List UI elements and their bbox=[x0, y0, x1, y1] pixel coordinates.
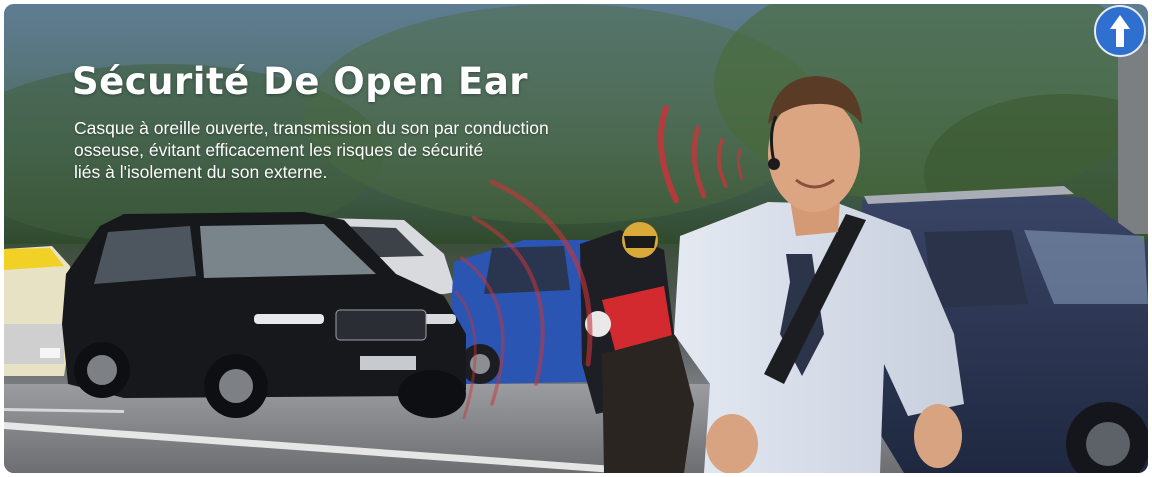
hero-banner: Sécurité De Open Ear Casque à oreille ou… bbox=[4, 4, 1148, 473]
description-line: Casque à oreille ouverte, transmission d… bbox=[74, 118, 549, 138]
banner-description: Casque à oreille ouverte, transmission d… bbox=[74, 117, 634, 183]
description-line: liés à l'isolement du son externe. bbox=[74, 162, 328, 182]
banner-title: Sécurité De Open Ear bbox=[72, 60, 529, 103]
description-line: osseuse, évitant efficacement les risque… bbox=[74, 140, 484, 160]
